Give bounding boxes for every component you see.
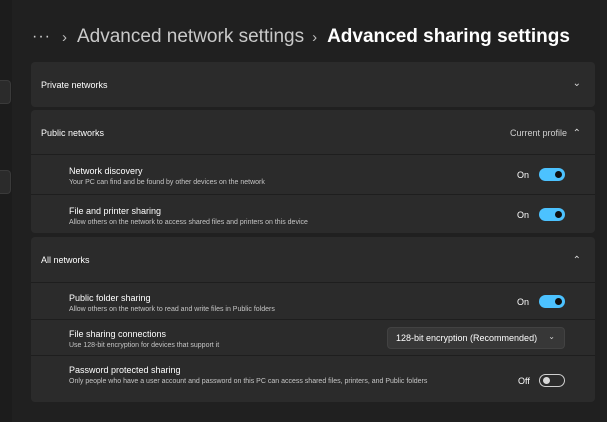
network-discovery-state: On: [517, 170, 530, 180]
toggle-knob: [555, 211, 562, 218]
network-discovery-title: Network discovery: [69, 166, 143, 176]
password-protected-sharing-toggle[interactable]: [539, 374, 565, 387]
public-folder-sharing-title: Public folder sharing: [69, 293, 151, 303]
private-networks-section[interactable]: Private networks ⌄: [31, 62, 595, 107]
public-folder-sharing-toggle[interactable]: [539, 295, 565, 308]
network-discovery-row: Network discovery Your PC can find and b…: [31, 154, 595, 194]
chevron-up-icon[interactable]: ⌃: [573, 255, 581, 266]
public-networks-section: Public networks Current profile ⌃ Networ…: [31, 110, 595, 233]
file-printer-sharing-title: File and printer sharing: [69, 206, 162, 216]
password-protected-sharing-description: Only people who have a user account and …: [69, 378, 428, 385]
public-folder-sharing-row: Public folder sharing Allow others on th…: [31, 282, 595, 319]
chevron-down-icon[interactable]: ⌄: [573, 78, 581, 89]
network-discovery-toggle[interactable]: [539, 168, 565, 181]
private-networks-title: Private networks: [41, 80, 108, 90]
current-profile-label: Current profile: [509, 128, 567, 138]
file-printer-sharing-description: Allow others on the network to access sh…: [69, 219, 308, 226]
public-folder-sharing-state: On: [517, 297, 530, 307]
file-sharing-connections-title: File sharing connections: [69, 329, 167, 339]
file-printer-sharing-state: On: [517, 210, 530, 220]
all-networks-title: All networks: [41, 255, 90, 265]
more-options-icon[interactable]: ···: [32, 28, 54, 46]
password-protected-sharing-title: Password protected sharing: [69, 365, 181, 375]
toggle-knob: [555, 298, 562, 305]
chevron-down-icon: ⌄: [548, 332, 555, 341]
public-folder-sharing-description: Allow others on the network to read and …: [69, 306, 275, 313]
public-networks-title: Public networks: [41, 128, 105, 138]
password-protected-sharing-state: Off: [518, 376, 530, 386]
file-printer-sharing-row: File and printer sharing Allow others on…: [31, 194, 595, 233]
toggle-knob: [543, 377, 550, 384]
page-title: Advanced sharing settings: [327, 26, 570, 47]
chevron-right-icon: ›: [62, 28, 67, 46]
all-networks-header[interactable]: All networks ⌃: [31, 237, 595, 282]
password-protected-sharing-row: Password protected sharing Only people w…: [31, 355, 595, 402]
network-discovery-description: Your PC can find and be found by other d…: [69, 179, 265, 186]
nav-pane-control[interactable]: [0, 80, 11, 104]
navigation-pane-edge: [0, 0, 12, 422]
breadcrumb: ··· › Advanced network settings › Advanc…: [32, 22, 570, 52]
file-printer-sharing-toggle[interactable]: [539, 208, 565, 221]
toggle-knob: [555, 171, 562, 178]
all-networks-section: All networks ⌃ Public folder sharing All…: [31, 237, 595, 402]
public-networks-header[interactable]: Public networks Current profile ⌃: [31, 110, 595, 154]
file-sharing-connections-row: File sharing connections Use 128-bit enc…: [31, 319, 595, 355]
breadcrumb-parent-link[interactable]: Advanced network settings: [77, 26, 304, 48]
nav-pane-control[interactable]: [0, 170, 11, 194]
encryption-dropdown-value: 128-bit encryption (Recommended): [396, 333, 538, 343]
encryption-dropdown[interactable]: 128-bit encryption (Recommended) ⌄: [387, 327, 565, 349]
chevron-up-icon[interactable]: ⌃: [573, 128, 581, 139]
chevron-right-icon: ›: [312, 28, 318, 46]
